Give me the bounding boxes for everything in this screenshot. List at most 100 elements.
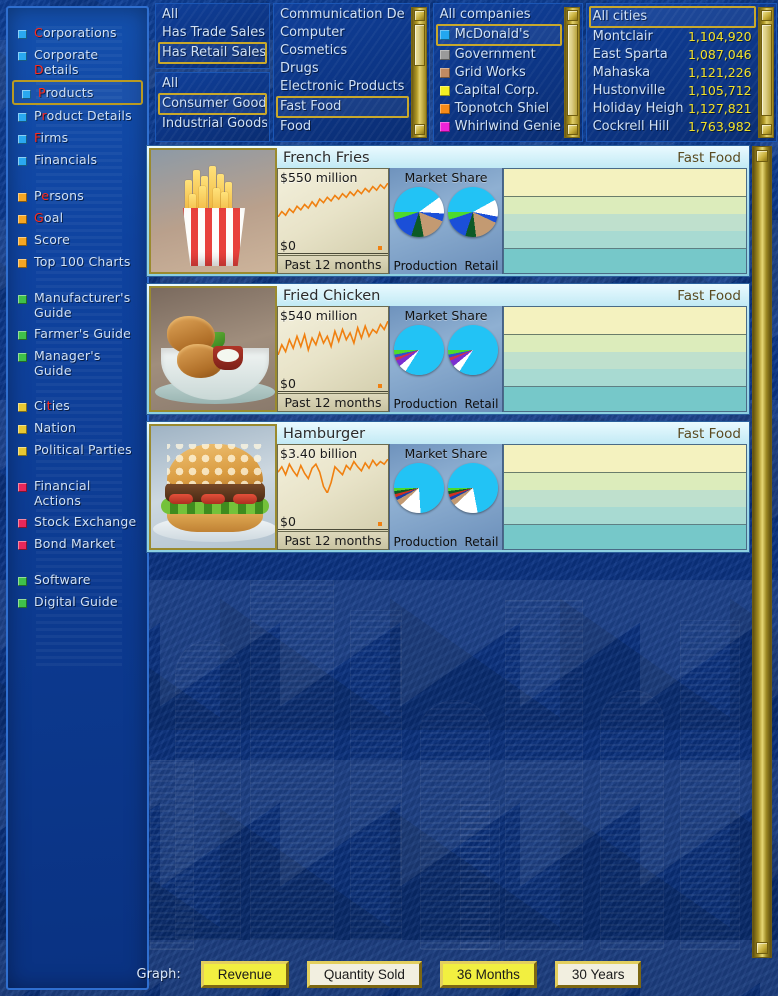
bullet-icon [22, 90, 31, 99]
product-thumbnail[interactable] [149, 286, 277, 412]
production-share-pie-chart[interactable] [394, 187, 444, 237]
scroll-thumb[interactable] [760, 24, 772, 116]
scroll-down-arrow-icon[interactable] [566, 124, 578, 135]
product-detail-bands[interactable] [503, 306, 747, 412]
category-scrollbar[interactable] [410, 7, 427, 138]
company-option-mcdonald-s[interactable]: McDonald's [435, 24, 562, 46]
sales-option-has-trade-sales[interactable]: Has Trade Sales [158, 24, 267, 42]
sidebar-item-top-100-charts[interactable]: Top 100 Charts [8, 251, 147, 273]
sidebar-item-goal[interactable]: Goal [8, 207, 147, 229]
sidebar-item-manager-s-guide[interactable]: Manager's Guide [8, 345, 147, 381]
scroll-down-arrow-icon[interactable] [756, 942, 768, 954]
sidebar-item-products[interactable]: Products [12, 80, 143, 105]
graph-button-quantity-sold[interactable]: Quantity Sold [306, 961, 422, 988]
category-option-communication-de[interactable]: Communication De [276, 6, 409, 24]
company-filter-header[interactable]: All companies [436, 6, 562, 24]
company-option-topnotch-shiel[interactable]: Topnotch Shiel [436, 100, 562, 118]
sidebar-item-label: Corporations [34, 25, 117, 40]
category-option-fast-food[interactable]: Fast Food [276, 96, 409, 118]
company-scrollbar[interactable] [563, 7, 580, 138]
scroll-down-arrow-icon[interactable] [413, 124, 425, 135]
chart-baseline [278, 253, 388, 254]
sales-option-all[interactable]: All [158, 6, 267, 24]
sidebar-item-product-details[interactable]: Product Details [8, 105, 147, 127]
sales-type-filter[interactable]: All Has Trade Sales Has Retail Sales [155, 3, 270, 69]
chart-baseline [278, 391, 388, 392]
category-option-food[interactable]: Food [276, 118, 409, 136]
category-option-electronic-products[interactable]: Electronic Products [276, 78, 409, 96]
sidebar-item-corporations[interactable]: Corporations [8, 22, 147, 44]
main-vertical-scrollbar[interactable] [752, 146, 772, 958]
category-option-computer[interactable]: Computer [276, 24, 409, 42]
option-label: Computer [280, 25, 345, 40]
sidebar-item-corporate-details[interactable]: Corporate Details [8, 44, 147, 80]
revenue-sparkline-chart[interactable]: $540 million $0 Past 12 months [277, 306, 389, 412]
city-filter[interactable]: All cities Montclair 1,104,920 East Sparta… [585, 3, 777, 142]
graph-button-30-years[interactable]: 30 Years [554, 961, 642, 988]
city-option-holiday-heigh[interactable]: Holiday Heigh 1,127,821 [589, 100, 756, 118]
sidebar-item-firms[interactable]: Firms [8, 127, 147, 149]
sidebar-group-separator [8, 461, 147, 475]
city-option-east-sparta[interactable]: East Sparta 1,087,046 [589, 46, 756, 64]
product-card[interactable]: Hamburger Fast Food $3.40 billion $0 Pas… [146, 421, 750, 553]
goods-option-consumer-goods[interactable]: Consumer Goods [158, 93, 267, 115]
product-card[interactable]: Fried Chicken Fast Food $540 million $0 … [146, 283, 750, 415]
city-option-mahaska[interactable]: Mahaska 1,121,226 [589, 64, 756, 82]
company-option-government[interactable]: Government [436, 46, 562, 64]
product-detail-bands[interactable] [503, 168, 747, 274]
city-scrollbar[interactable] [757, 7, 774, 138]
retail-label: Retail [464, 397, 499, 411]
scroll-up-arrow-icon[interactable] [566, 10, 578, 21]
sidebar-item-cities[interactable]: Cities [8, 395, 147, 417]
category-option-cosmetics[interactable]: Cosmetics [276, 42, 409, 60]
city-option-cockrell-hill[interactable]: Cockrell Hill 1,763,982 [589, 118, 756, 136]
scroll-up-arrow-icon[interactable] [756, 150, 768, 162]
product-card[interactable]: French Fries Fast Food $550 million $0 P… [146, 145, 750, 277]
revenue-sparkline-chart[interactable]: $550 million $0 Past 12 months [277, 168, 389, 274]
product-detail-bands[interactable] [503, 444, 747, 550]
graph-button-36-months[interactable]: 36 Months [439, 961, 537, 988]
sidebar-item-financial-actions[interactable]: Financial Actions [8, 475, 147, 511]
product-thumbnail[interactable] [149, 424, 277, 550]
sidebar-item-bond-market[interactable]: Bond Market [8, 533, 147, 555]
retail-share-pie-chart[interactable] [448, 325, 498, 375]
category-option-drugs[interactable]: Drugs [276, 60, 409, 78]
scroll-up-arrow-icon[interactable] [760, 10, 772, 21]
revenue-sparkline-chart[interactable]: $3.40 billion $0 Past 12 months [277, 444, 389, 550]
graph-button-revenue[interactable]: Revenue [200, 961, 289, 988]
scroll-thumb[interactable] [413, 24, 425, 66]
sidebar-item-political-parties[interactable]: Political Parties [8, 439, 147, 461]
goods-option-industrial-goods[interactable]: Industrial Goods [158, 115, 267, 133]
company-option-whirlwind-genie[interactable]: Whirlwind Genie [436, 118, 562, 136]
production-share-pie-chart[interactable] [394, 463, 444, 513]
sidebar-item-manufacturer-s-guide[interactable]: Manufacturer's Guide [8, 287, 147, 323]
production-share-pie-chart[interactable] [394, 325, 444, 375]
current-value-marker-icon [378, 522, 382, 526]
sidebar-item-persons[interactable]: Persons [8, 185, 147, 207]
sidebar-item-nation[interactable]: Nation [8, 417, 147, 439]
retail-share-pie-chart[interactable] [448, 463, 498, 513]
sidebar-item-stock-exchange[interactable]: Stock Exchange [8, 511, 147, 533]
company-option-grid-works[interactable]: Grid Works [436, 64, 562, 82]
sidebar-item-farmer-s-guide[interactable]: Farmer's Guide [8, 323, 147, 345]
sidebar-item-software[interactable]: Software [8, 569, 147, 591]
scroll-up-arrow-icon[interactable] [413, 10, 425, 21]
sidebar-item-digital-guide[interactable]: Digital Guide [8, 591, 147, 613]
sidebar-item-financials[interactable]: Financials [8, 149, 147, 171]
company-filter[interactable]: All companies McDonald's Government Grid W… [432, 3, 583, 142]
goods-type-filter[interactable]: All Consumer Goods Industrial Goods [155, 72, 270, 142]
goods-option-all[interactable]: All [158, 75, 267, 93]
product-category-filter[interactable]: Communication De Computer Cosmetics Drugs El… [273, 3, 430, 142]
sales-option-has-retail-sales[interactable]: Has Retail Sales [158, 42, 267, 64]
sidebar-item-score[interactable]: Score [8, 229, 147, 251]
city-filter-header[interactable]: All cities [588, 6, 756, 28]
scroll-down-arrow-icon[interactable] [760, 124, 772, 135]
company-option-capital-corp[interactable]: Capital Corp. [436, 82, 562, 100]
city-option-hustonville[interactable]: Hustonville 1,105,712 [589, 82, 756, 100]
city-option-montclair[interactable]: Montclair 1,104,920 [589, 28, 756, 46]
retail-share-pie-chart[interactable] [448, 187, 498, 237]
product-thumbnail[interactable] [149, 148, 277, 274]
scroll-thumb[interactable] [566, 24, 578, 116]
company-color-swatch-icon [439, 30, 450, 40]
sidebar-group-separator [8, 381, 147, 395]
